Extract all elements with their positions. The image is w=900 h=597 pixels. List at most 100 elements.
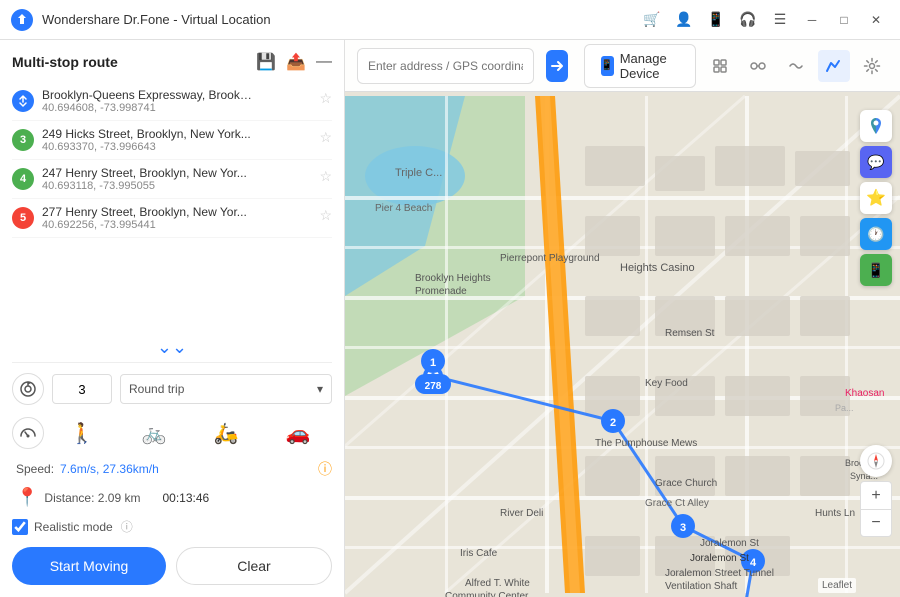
svg-text:2: 2 bbox=[610, 417, 616, 429]
map-canvas[interactable]: 2 3 4 5 1 Triple C... Pier 4 Beach bbox=[345, 92, 900, 597]
app-grid-icon[interactable]: 📱 bbox=[860, 254, 892, 286]
start-moving-button[interactable]: Start Moving bbox=[12, 547, 166, 585]
svg-text:Joralemon St: Joralemon St bbox=[700, 538, 759, 549]
car-mode[interactable]: 🚗 bbox=[280, 415, 316, 451]
svg-text:Pier 4 Beach: Pier 4 Beach bbox=[375, 203, 432, 214]
route-save-icon[interactable]: 💾 bbox=[256, 52, 276, 72]
zoom-out-button[interactable]: − bbox=[860, 509, 892, 537]
manage-device-label: Manage Device bbox=[620, 51, 679, 81]
route-item-star-5[interactable]: ☆ bbox=[319, 207, 332, 224]
user-icon[interactable]: 👤 bbox=[674, 10, 694, 30]
speed-label: Speed: bbox=[16, 462, 54, 476]
route-item-star-3[interactable]: ☆ bbox=[319, 129, 332, 146]
route-item-name-1: Brooklyn-Queens Expressway, Brooklyn, ..… bbox=[42, 88, 252, 102]
cart-icon[interactable]: 🛒 bbox=[642, 10, 662, 30]
svg-text:Brooklyn Heights: Brooklyn Heights bbox=[415, 273, 491, 284]
route-panel: Multi-stop route 💾 📤 — bbox=[0, 40, 344, 597]
one-stop-mode-icon[interactable] bbox=[742, 50, 774, 82]
svg-text:3: 3 bbox=[680, 522, 686, 534]
svg-text:Alfred T. White: Alfred T. White bbox=[465, 578, 530, 589]
route-item-star-4[interactable]: ☆ bbox=[319, 168, 332, 185]
bike-mode[interactable]: 🚲 bbox=[136, 415, 172, 451]
phone-icon[interactable]: 📱 bbox=[706, 10, 726, 30]
window-controls: ─ □ ✕ bbox=[798, 6, 890, 34]
dropdown-arrow-icon: ▾ bbox=[317, 382, 323, 396]
moped-mode[interactable]: 🛵 bbox=[208, 415, 244, 451]
svg-text:Joralemon Street Tunnel: Joralemon Street Tunnel bbox=[665, 568, 774, 579]
route-item-dot-4: 4 bbox=[12, 168, 34, 190]
distance-row: 📍 Distance: 2.09 km 00:13:46 bbox=[12, 487, 332, 508]
google-maps-icon[interactable] bbox=[860, 110, 892, 142]
clear-button[interactable]: Clear bbox=[176, 547, 332, 585]
search-box[interactable] bbox=[357, 48, 534, 84]
map-svg: 2 3 4 5 1 Triple C... Pier 4 Beach bbox=[345, 92, 900, 597]
maximize-button[interactable]: □ bbox=[830, 6, 858, 34]
route-item-coords-1: 40.694608, -73.998741 bbox=[42, 102, 311, 114]
walk-mode[interactable]: 🚶 bbox=[64, 415, 100, 451]
route-item-text-4: 247 Henry Street, Brooklyn, New Yor... 4… bbox=[42, 166, 311, 192]
app-logo bbox=[10, 8, 34, 32]
route-item: 5 277 Henry Street, Brooklyn, New Yor...… bbox=[12, 199, 332, 238]
map-mode-icons bbox=[704, 50, 888, 82]
loop-type-select[interactable]: Round trip ▾ bbox=[120, 374, 332, 404]
map-background: 2 3 4 5 1 Triple C... Pier 4 Beach bbox=[345, 92, 900, 597]
expand-arrow[interactable]: ⌄⌄ bbox=[12, 333, 332, 362]
compass-button[interactable] bbox=[860, 445, 892, 477]
transport-modes: 🚶 🚲 🛵 🚗 bbox=[48, 415, 332, 451]
titlebar: Wondershare Dr.Fone - Virtual Location 🛒… bbox=[0, 0, 900, 40]
loop-count-input[interactable]: 3 bbox=[52, 374, 112, 404]
realistic-mode-row: Realistic mode ⓘ bbox=[12, 518, 332, 535]
route-item-star-1[interactable]: ☆ bbox=[319, 90, 332, 107]
svg-text:Joralemon St: Joralemon St bbox=[690, 553, 749, 564]
svg-text:Remsen St: Remsen St bbox=[665, 328, 715, 339]
loop-row: 3 Round trip ▾ bbox=[12, 373, 332, 405]
route-item-text-5: 277 Henry Street, Brooklyn, New Yor... 4… bbox=[42, 205, 311, 231]
app-title: Wondershare Dr.Fone - Virtual Location bbox=[42, 12, 642, 27]
route-item-dot-1 bbox=[12, 90, 34, 112]
discord-icon[interactable]: 💬 bbox=[860, 146, 892, 178]
svg-text:Grace Church: Grace Church bbox=[655, 478, 717, 489]
route-item-name-4: 247 Henry Street, Brooklyn, New Yor... bbox=[42, 166, 252, 180]
search-input[interactable] bbox=[368, 59, 523, 73]
svg-text:Ventilation Shaft: Ventilation Shaft bbox=[665, 581, 737, 592]
minimize-button[interactable]: ─ bbox=[798, 6, 826, 34]
titlebar-icons: 🛒 👤 📱 🎧 ☰ bbox=[642, 10, 790, 30]
manage-device-button[interactable]: 📱 Manage Device bbox=[584, 44, 696, 88]
route-collapse-icon[interactable]: — bbox=[316, 53, 332, 71]
zoom-in-button[interactable]: + bbox=[860, 481, 892, 509]
route-item-dot-5: 5 bbox=[12, 207, 34, 229]
map-toolbar: 📱 Manage Device bbox=[345, 40, 900, 92]
route-items-list: Brooklyn-Queens Expressway, Brooklyn, ..… bbox=[12, 82, 332, 325]
route-item-coords-5: 40.692256, -73.995441 bbox=[42, 219, 311, 231]
route-mode-icon[interactable] bbox=[818, 50, 850, 82]
route-item: 4 247 Henry Street, Brooklyn, New Yor...… bbox=[12, 160, 332, 199]
leaflet-badge: Leaflet bbox=[818, 578, 856, 593]
multi-stop-mode-icon[interactable] bbox=[780, 50, 812, 82]
speed-meter-icon bbox=[12, 417, 44, 449]
svg-text:Triple C...: Triple C... bbox=[395, 167, 442, 179]
menu-icon[interactable]: ☰ bbox=[770, 10, 790, 30]
clock-icon[interactable]: 🕐 bbox=[860, 218, 892, 250]
teleport-mode-icon[interactable] bbox=[704, 50, 736, 82]
map-area[interactable]: 📱 Manage Device bbox=[345, 40, 900, 597]
speed-value: 7.6m/s, 27.36km/h bbox=[60, 462, 159, 476]
realistic-mode-info-icon[interactable]: ⓘ bbox=[121, 518, 133, 535]
route-item-coords-4: 40.693118, -73.995055 bbox=[42, 180, 311, 192]
realistic-mode-checkbox[interactable] bbox=[12, 519, 28, 535]
svg-text:Promenade: Promenade bbox=[415, 286, 467, 297]
speed-info-icon[interactable]: ⓘ bbox=[318, 459, 332, 479]
svg-text:Hunts Ln: Hunts Ln bbox=[815, 508, 855, 519]
search-go-button[interactable] bbox=[546, 50, 568, 82]
route-header: Multi-stop route 💾 📤 — bbox=[12, 52, 332, 72]
route-item-dot-3: 3 bbox=[12, 129, 34, 151]
settings-mode-icon[interactable] bbox=[856, 50, 888, 82]
route-item: Brooklyn-Queens Expressway, Brooklyn, ..… bbox=[12, 82, 332, 121]
close-button[interactable]: ✕ bbox=[862, 6, 890, 34]
svg-text:Grace Ct Alley: Grace Ct Alley bbox=[645, 498, 709, 509]
svg-text:River Deli: River Deli bbox=[500, 508, 543, 519]
distance-time: 00:13:46 bbox=[162, 491, 209, 505]
star-icon[interactable]: ⭐ bbox=[860, 182, 892, 214]
route-item: 3 249 Hicks Street, Brooklyn, New York..… bbox=[12, 121, 332, 160]
headphone-icon[interactable]: 🎧 bbox=[738, 10, 758, 30]
route-export-icon[interactable]: 📤 bbox=[286, 52, 306, 72]
